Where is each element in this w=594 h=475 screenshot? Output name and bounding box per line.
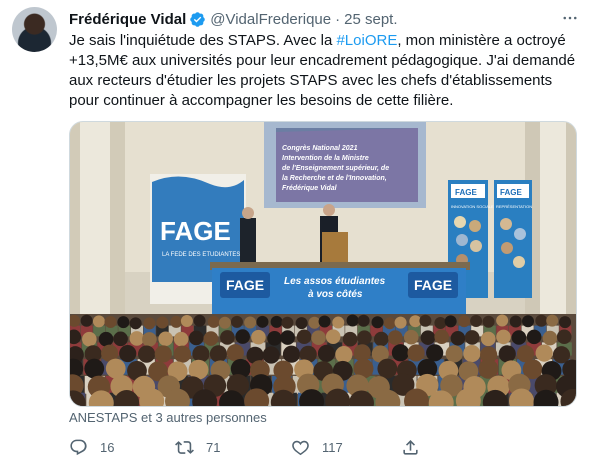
rollup-logo: FAGE [455, 188, 477, 197]
screen-line: la Recherche et de l'Innovation, [282, 175, 387, 182]
screen-line: Frédérique Vidal [282, 185, 338, 192]
retweet-count: 71 [206, 440, 221, 455]
banner-text: Les assos étudiantes [284, 276, 386, 287]
retweet-button[interactable]: 71 [175, 438, 220, 457]
share-icon [403, 440, 418, 455]
tweet-text-line: Je sais l'inquiétude des STAPS. Avec la … [69, 32, 566, 49]
tweet-header: Frédérique Vidal @VidalFrederique · 25 s… [69, 9, 582, 29]
screen-line: Intervention de la Ministre [282, 155, 369, 162]
like-button[interactable]: 117 [291, 438, 343, 457]
conference-photo: Congrès National 2021 Intervention de la… [70, 122, 576, 406]
tweet-text: Je sais l'inquiétude des STAPS. Avec la … [69, 31, 584, 111]
screen-line: de l'Enseignement supérieur, de [282, 165, 389, 172]
share-button[interactable] [401, 438, 432, 457]
tweet-date[interactable]: 25 sept. [344, 11, 397, 28]
tweet-photo[interactable]: Congrès National 2021 Intervention de la… [69, 121, 577, 407]
author-name[interactable]: Frédérique Vidal [69, 11, 186, 28]
retweet-icon [175, 441, 194, 454]
hashtag-link[interactable]: #LoiORE [336, 32, 397, 49]
heart-icon [292, 440, 309, 456]
fage-subtitle: LA FEDE DES ETUDIANTES [162, 252, 240, 258]
tweet-text-line: aux recteurs d'étudier les projets STAPS… [69, 72, 553, 89]
author-handle[interactable]: @VidalFrederique [210, 11, 331, 28]
fage-logo: FAGE [160, 216, 231, 246]
reply-icon [70, 439, 87, 456]
tweet-text-line: pour continuer à accompagner les besoins… [69, 92, 454, 109]
separator-dot: · [335, 10, 341, 28]
rollup-label: REPRÉSENTATION [496, 204, 532, 209]
reply-button[interactable]: 16 [69, 438, 114, 457]
rollup-label: INNOVATION SOCIALE [451, 204, 494, 209]
tweet[interactable]: Frédérique Vidal @VidalFrederique · 25 s… [0, 0, 594, 475]
banner-text: à vos côtés [308, 289, 363, 300]
tweet-text-line: +13,5M€ aux universités pour leur encadr… [69, 52, 576, 69]
banner-logo: FAGE [414, 277, 452, 293]
like-count: 117 [322, 440, 343, 455]
screen-line: Congrès National 2021 [282, 145, 358, 152]
banner-logo: FAGE [226, 277, 264, 293]
audience [70, 314, 576, 406]
tweet-actions: 16 71 117 [69, 438, 569, 462]
avatar[interactable] [12, 7, 57, 52]
more-dots-icon[interactable] [560, 8, 580, 28]
reply-count: 16 [100, 440, 115, 455]
verified-badge-icon [189, 11, 206, 28]
liked-by[interactable]: ANESTAPS et 3 autres personnes [69, 410, 267, 425]
rollup-logo: FAGE [500, 188, 522, 197]
